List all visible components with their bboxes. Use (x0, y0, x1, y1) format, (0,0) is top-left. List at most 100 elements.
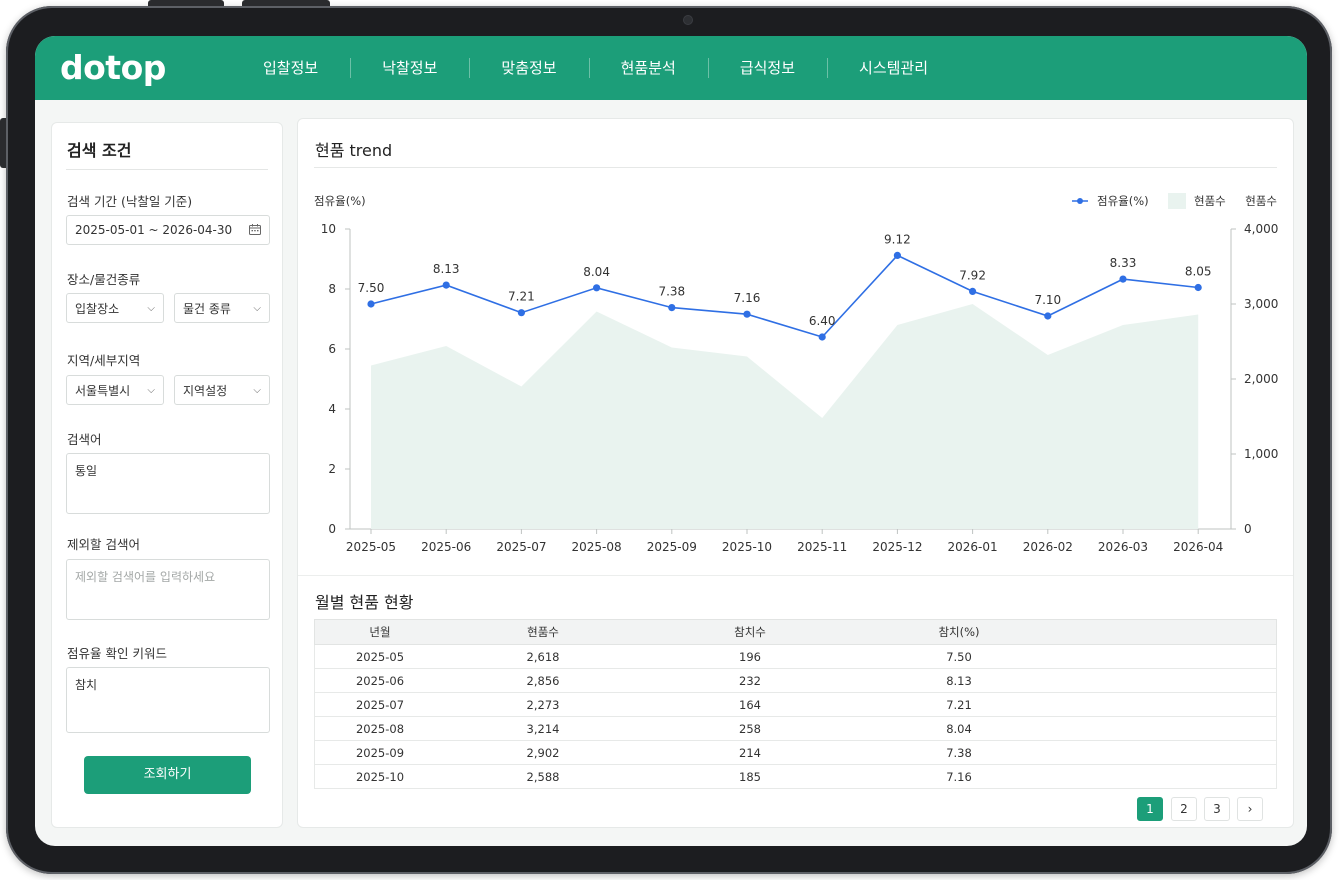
legend-label-share: 점유율(%) (1097, 194, 1149, 208)
table-cell: 2025-05 (355, 650, 405, 664)
calendar-icon[interactable] (249, 224, 261, 235)
nav-item-custom-info[interactable]: 맞춤정보 (469, 36, 588, 100)
table-cell: 2025-09 (355, 746, 405, 760)
line-point (969, 287, 977, 295)
left-tick-label: 8 (328, 282, 336, 296)
left-tick-label: 10 (321, 222, 336, 236)
legend-label-count: 현품수 (1194, 194, 1226, 208)
page-3-button[interactable]: 3 (1204, 797, 1230, 821)
right-tick-label: 0 (1244, 522, 1252, 536)
keyword-input[interactable]: 통일 (66, 453, 270, 514)
table-row[interactable]: 2025-07 2,273 164 7.21 (314, 693, 1277, 717)
x-tick-label: 2025-12 (872, 540, 922, 554)
x-tick-label: 2026-03 (1098, 540, 1148, 554)
table-cell: 2,588 (526, 770, 560, 784)
left-tick-label: 0 (328, 522, 336, 536)
data-label: 8.33 (1110, 256, 1137, 270)
data-label: 7.16 (734, 291, 761, 305)
line-point (367, 300, 375, 308)
table-cell: 232 (739, 674, 761, 688)
data-label: 8.04 (583, 265, 610, 279)
left-tick-label: 6 (328, 342, 336, 356)
data-label: 9.12 (884, 232, 911, 246)
table-cell: 2025-07 (355, 698, 405, 712)
right-tick-label: 2,000 (1244, 372, 1278, 386)
region-select-value: 서울특별시 (75, 383, 131, 398)
table-row[interactable]: 2025-05 2,618 196 7.50 (314, 645, 1277, 669)
table-row[interactable]: 2025-08 3,214 258 8.04 (314, 717, 1277, 741)
search-conditions-title: 검색 조건 (67, 141, 132, 160)
data-label: 8.13 (433, 262, 460, 276)
table-cell: 258 (739, 722, 761, 736)
line-point (1194, 283, 1202, 292)
item-type-select-value: 물건 종류 (183, 301, 231, 316)
table-cell: 196 (739, 650, 761, 664)
nav-item-system-admin[interactable]: 시스템관리 (827, 36, 960, 100)
table-cell: 2,856 (526, 674, 560, 688)
table-cell: 2,273 (526, 698, 560, 712)
chevron-down-icon: ⌵ (147, 302, 155, 314)
nav-item-bid-info[interactable]: 입찰정보 (231, 36, 350, 100)
chevron-down-icon: ⌵ (253, 302, 261, 314)
x-tick-label: 2025-05 (346, 540, 396, 554)
table-cell: 8.13 (946, 674, 972, 688)
legend-area-swatch (1168, 193, 1186, 209)
x-tick-label: 2025-08 (572, 540, 622, 554)
line-series-share (370, 254, 1199, 338)
table-row[interactable]: 2025-09 2,902 214 7.38 (314, 741, 1277, 765)
line-point (1044, 312, 1052, 320)
table-cell: 2,902 (526, 746, 560, 760)
search-button[interactable]: 조회하기 (84, 756, 251, 794)
table-cell: 2025-10 (355, 770, 405, 784)
item-type-select[interactable]: 물건 종류 ⌵ (174, 293, 270, 323)
main-nav: 입찰정보 낙찰정보 맞춤정보 현품분석 급식정보 시스템관리 (231, 36, 960, 100)
place-select-value: 입찰장소 (75, 301, 120, 316)
exclude-keyword-input[interactable]: 제외할 검색어를 입력하세요 (66, 559, 270, 620)
left-tick-label: 4 (328, 402, 336, 416)
share-keyword-label: 점유율 확인 키워드 (67, 646, 167, 661)
region-select[interactable]: 서울특별시 ⌵ (66, 375, 164, 405)
column-header-month[interactable]: 년월 (315, 620, 445, 644)
table-row[interactable]: 2025-10 2,588 185 7.16 (314, 765, 1277, 789)
legend-line-marker (1077, 198, 1083, 204)
logo[interactable]: dotop (60, 48, 166, 87)
x-tick-label: 2026-01 (948, 540, 998, 554)
nav-item-item-analysis[interactable]: 현품분석 (588, 36, 708, 100)
chevron-right-icon[interactable]: › (1237, 797, 1263, 821)
divider (298, 575, 1293, 576)
line-point (743, 310, 751, 318)
table-cell: 7.38 (946, 746, 972, 760)
share-keyword-input[interactable]: 참치 (66, 667, 270, 733)
x-tick-label: 2025-09 (647, 540, 697, 554)
right-axis-title: 현품수 (1245, 194, 1277, 208)
period-label: 검색 기간 (낙찰일 기준) (67, 194, 193, 209)
nav-item-award-info[interactable]: 낙찰정보 (350, 36, 469, 100)
column-header-item-count[interactable]: 현품수 (445, 620, 641, 644)
tablet-side-button (0, 118, 6, 168)
table-cell: 3,214 (526, 722, 560, 736)
table-cell: 7.21 (946, 698, 972, 712)
chevron-down-icon: ⌵ (253, 384, 261, 396)
page-2-button[interactable]: 2 (1171, 797, 1197, 821)
table-cell: 214 (739, 746, 761, 760)
line-point (1119, 275, 1127, 283)
table-header: 년월 현품수 참치수 참치(%) (314, 619, 1277, 645)
table-row[interactable]: 2025-06 2,856 232 8.13 (314, 669, 1277, 693)
column-header-tuna-pct[interactable]: 참치(%) (859, 620, 1059, 644)
table-cell: 2025-08 (355, 722, 405, 736)
subregion-select[interactable]: 지역설정 ⌵ (174, 375, 270, 405)
data-label: 7.10 (1034, 293, 1061, 307)
table-cell: 2,618 (526, 650, 560, 664)
data-label: 6.40 (809, 314, 836, 328)
table-cell: 2025-06 (355, 674, 405, 688)
page-1-button[interactable]: 1 (1137, 797, 1163, 821)
data-label: 7.21 (508, 290, 535, 304)
column-header-tuna-count[interactable]: 참치수 (641, 620, 859, 644)
place-select[interactable]: 입찰장소 ⌵ (66, 293, 164, 323)
x-tick-label: 2025-07 (496, 540, 546, 554)
left-tick-label: 2 (328, 462, 336, 476)
tablet-power-button (148, 0, 224, 6)
period-input[interactable]: 2025-05-01 ~ 2026-04-30 (66, 215, 270, 245)
table-cell: 8.04 (946, 722, 972, 736)
nav-item-meal-info[interactable]: 급식정보 (707, 36, 827, 100)
